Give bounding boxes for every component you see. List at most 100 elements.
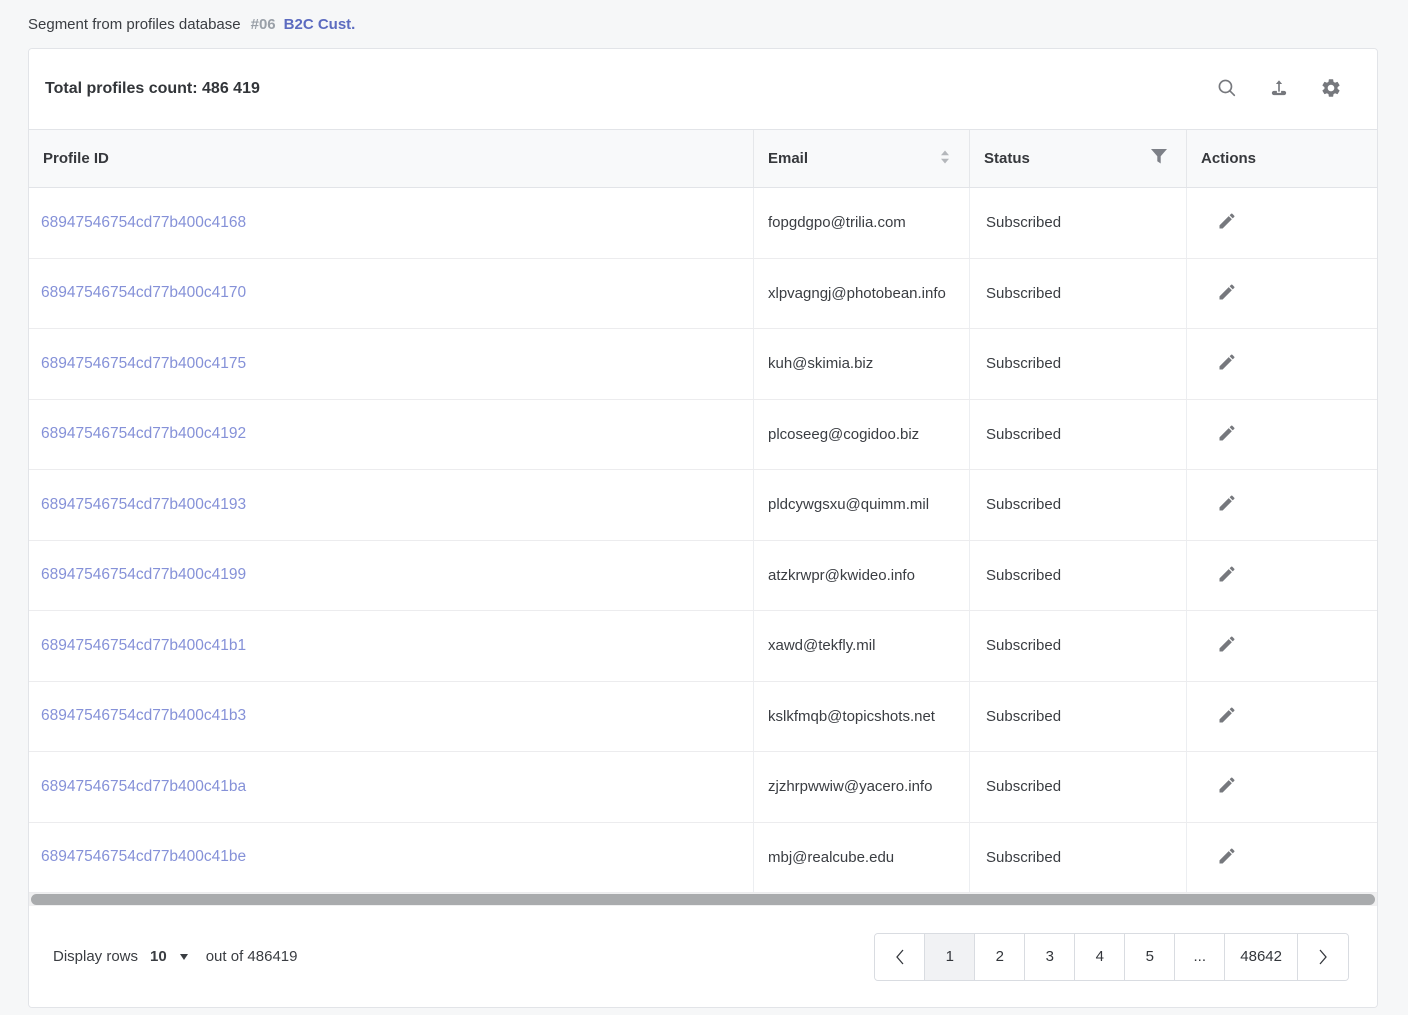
profile-id-link[interactable]: 68947546754cd77b400c4170	[41, 284, 246, 302]
pagination-page-button[interactable]: 5	[1125, 934, 1175, 980]
profile-id-link[interactable]: 68947546754cd77b400c4175	[41, 355, 246, 373]
status-cell: Subscribed	[969, 541, 1186, 611]
status-cell: Subscribed	[969, 188, 1186, 258]
profile-id-cell: 68947546754cd77b400c41ba	[29, 752, 753, 822]
pagination-next-button[interactable]	[1298, 934, 1348, 980]
edit-button[interactable]	[1215, 562, 1239, 589]
chevron-right-icon	[1317, 948, 1329, 966]
table-row: 68947546754cd77b400c4168 fopgdgpo@trilia…	[29, 188, 1377, 259]
edit-button[interactable]	[1215, 209, 1239, 236]
profile-id-cell: 68947546754cd77b400c41b1	[29, 611, 753, 681]
scrollbar-thumb[interactable]	[31, 894, 1375, 905]
table-body: 68947546754cd77b400c4168 fopgdgpo@trilia…	[29, 188, 1377, 893]
display-rows-label: Display rows	[53, 948, 138, 965]
profiles-table-card: Total profiles count: 486 419	[28, 48, 1378, 1008]
column-header-status: Status	[969, 130, 1186, 187]
profile-id-cell: 68947546754cd77b400c4175	[29, 329, 753, 399]
status-cell: Subscribed	[969, 611, 1186, 681]
column-header-profile-id: Profile ID	[29, 130, 753, 187]
profile-id-cell: 68947546754cd77b400c4192	[29, 400, 753, 470]
total-profiles-count: Total profiles count: 486 419	[45, 80, 260, 98]
profile-id-cell: 68947546754cd77b400c41be	[29, 823, 753, 893]
column-header-email[interactable]: Email	[753, 130, 969, 187]
edit-button[interactable]	[1215, 421, 1239, 448]
column-header-label: Status	[984, 150, 1030, 167]
actions-cell	[1186, 541, 1377, 611]
column-header-actions: Actions	[1186, 130, 1377, 187]
status-cell: Subscribed	[969, 823, 1186, 893]
pencil-icon	[1217, 282, 1237, 305]
sort-icon[interactable]	[939, 149, 951, 169]
rows-per-page-control: Display rows 10 out of 486419	[53, 948, 297, 965]
pagination-page-button[interactable]: 1	[925, 934, 975, 980]
actions-cell	[1186, 329, 1377, 399]
profile-id-link[interactable]: 68947546754cd77b400c41b1	[41, 637, 246, 655]
email-cell: pldcywgsxu@quimm.mil	[753, 470, 969, 540]
profile-id-link[interactable]: 68947546754cd77b400c4192	[41, 425, 246, 443]
actions-cell	[1186, 682, 1377, 752]
edit-button[interactable]	[1215, 632, 1239, 659]
email-cell: xlpvagngj@photobean.info	[753, 259, 969, 329]
pagination-page-button[interactable]: 2	[975, 934, 1025, 980]
rows-per-page-select[interactable]: 10	[150, 948, 188, 965]
chevron-left-icon	[894, 948, 906, 966]
pencil-icon	[1217, 493, 1237, 516]
filter-icon[interactable]	[1150, 148, 1168, 169]
table-footer: Display rows 10 out of 486419 12345...48…	[29, 906, 1377, 1007]
edit-button[interactable]	[1215, 773, 1239, 800]
segment-number: #06	[251, 16, 276, 33]
search-button[interactable]	[1209, 71, 1245, 107]
profile-id-link[interactable]: 68947546754cd77b400c4168	[41, 214, 246, 232]
pagination-ellipsis[interactable]: ...	[1175, 934, 1225, 980]
status-cell: Subscribed	[969, 682, 1186, 752]
column-header-label: Actions	[1201, 150, 1256, 167]
page-title: Segment from profiles database	[28, 16, 241, 33]
profile-id-cell: 68947546754cd77b400c4170	[29, 259, 753, 329]
edit-button[interactable]	[1215, 350, 1239, 377]
toolbar-actions	[1209, 71, 1349, 107]
table-header-row: Profile ID Email Status Actions	[29, 130, 1377, 188]
table-row: 68947546754cd77b400c41ba zjzhrpwwiw@yace…	[29, 752, 1377, 823]
profile-id-link[interactable]: 68947546754cd77b400c4193	[41, 496, 246, 514]
profile-id-link[interactable]: 68947546754cd77b400c41be	[41, 848, 246, 866]
status-cell: Subscribed	[969, 400, 1186, 470]
pagination-page-button[interactable]: 4	[1075, 934, 1125, 980]
settings-button[interactable]	[1313, 71, 1349, 107]
edit-button[interactable]	[1215, 491, 1239, 518]
status-cell: Subscribed	[969, 329, 1186, 399]
rows-per-page-value: 10	[150, 948, 167, 965]
pagination-page-button[interactable]: 48642	[1225, 934, 1298, 980]
chevron-down-icon	[180, 954, 188, 960]
status-cell: Subscribed	[969, 259, 1186, 329]
table-row: 68947546754cd77b400c41be mbj@realcube.ed…	[29, 823, 1377, 894]
pagination-prev-button[interactable]	[875, 934, 925, 980]
email-cell: kslkfmqb@topicshots.net	[753, 682, 969, 752]
pencil-icon	[1217, 846, 1237, 869]
email-cell: zjzhrpwwiw@yacero.info	[753, 752, 969, 822]
upload-button[interactable]	[1261, 71, 1297, 107]
pagination-page-button[interactable]: 3	[1025, 934, 1075, 980]
email-cell: plcoseeg@cogidoo.biz	[753, 400, 969, 470]
upload-icon	[1268, 77, 1290, 102]
horizontal-scrollbar[interactable]	[29, 893, 1377, 906]
email-cell: xawd@tekfly.mil	[753, 611, 969, 681]
email-cell: fopgdgpo@trilia.com	[753, 188, 969, 258]
column-header-label: Profile ID	[43, 150, 109, 167]
profile-id-link[interactable]: 68947546754cd77b400c41b3	[41, 707, 246, 725]
gear-icon	[1320, 77, 1342, 102]
segment-name-link[interactable]: B2C Cust.	[284, 16, 356, 33]
profile-id-cell: 68947546754cd77b400c4199	[29, 541, 753, 611]
actions-cell	[1186, 400, 1377, 470]
edit-button[interactable]	[1215, 703, 1239, 730]
actions-cell	[1186, 259, 1377, 329]
edit-button[interactable]	[1215, 280, 1239, 307]
pencil-icon	[1217, 423, 1237, 446]
profile-id-link[interactable]: 68947546754cd77b400c4199	[41, 566, 246, 584]
pencil-icon	[1217, 211, 1237, 234]
pencil-icon	[1217, 564, 1237, 587]
email-cell: mbj@realcube.edu	[753, 823, 969, 893]
email-cell: atzkrwpr@kwideo.info	[753, 541, 969, 611]
profile-id-link[interactable]: 68947546754cd77b400c41ba	[41, 778, 246, 796]
actions-cell	[1186, 752, 1377, 822]
edit-button[interactable]	[1215, 844, 1239, 871]
